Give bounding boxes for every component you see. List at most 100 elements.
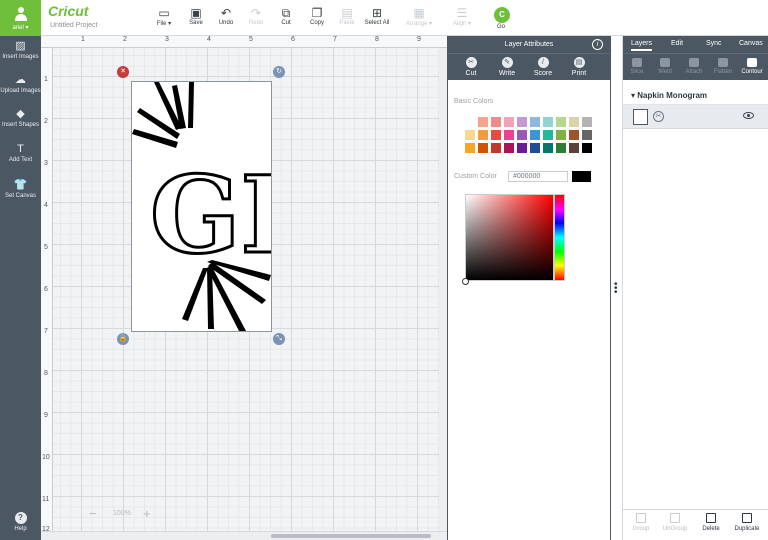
set-canvas-button[interactable]: 👕 Set Canvas [0,179,41,200]
panel-resize-handle-icon[interactable]: • • • [614,280,618,298]
tab-score[interactable]: / Score [525,57,561,77]
attach-button[interactable]: Attach [680,58,708,75]
copy-button[interactable]: ❐ Copy [301,6,333,26]
help-button[interactable]: ? Help [0,512,41,533]
vertical-scrollbar[interactable] [439,48,447,531]
color-swatch[interactable] [503,142,515,154]
arrange-menu-button[interactable]: ▦ Arrange ▾ [402,6,436,27]
color-swatch[interactable] [581,116,593,128]
rotate-handle-icon[interactable]: ↻ [273,66,285,78]
cut-button[interactable]: ⧉ Cut [270,6,302,26]
color-picker-field[interactable] [465,194,554,281]
color-swatch[interactable] [529,142,541,154]
tab-layers[interactable]: Layers [631,40,653,51]
color-swatch[interactable] [542,129,554,141]
color-swatch[interactable] [555,142,567,154]
align-menu-button[interactable]: ☰ Align ▾ [446,6,478,27]
eye-icon[interactable] [743,112,754,119]
undo-button[interactable]: ↶ Undo [210,6,242,26]
info-icon[interactable]: i [592,39,603,50]
layer-group-name: Napkin Monogram [637,91,708,100]
color-swatch[interactable] [503,116,515,128]
select-all-button[interactable]: ⊞ Select All [361,6,393,26]
left-design-panel: ▨ Insert Images ☁ Upload Images ◆ Insert… [0,36,41,540]
go-button[interactable]: C [494,7,510,23]
color-swatch[interactable] [477,142,489,154]
add-text-button[interactable]: T Add Text [0,143,41,164]
flatten-icon [718,58,728,67]
ruler-left-tick: 2 [44,118,48,125]
color-swatch[interactable] [568,129,580,141]
zoom-control: − 100% + [89,507,161,522]
tab-canvas[interactable]: Canvas [739,40,763,47]
ungroup-button[interactable]: UnGroup [657,513,693,532]
file-menu-button[interactable]: ▭ File ▾ [148,6,180,27]
weld-icon [660,58,670,67]
color-picker-cursor[interactable] [462,278,469,285]
upload-images-button[interactable]: ☁ Upload Images [0,74,41,95]
layer-group-row[interactable]: ▾ Napkin Monogram [623,87,768,105]
color-swatch[interactable] [490,142,502,154]
color-swatch[interactable] [542,142,554,154]
slice-button[interactable]: Slice [623,58,651,75]
group-icon [636,513,646,523]
color-swatch[interactable] [581,129,593,141]
flatten-label: Flatten [713,69,733,75]
color-swatch[interactable] [477,116,489,128]
paste-button[interactable]: ▤ Paste [331,6,363,26]
color-swatch[interactable] [464,129,476,141]
design-canvas[interactable]: 1 2 3 4 5 6 7 8 9 1 2 3 4 5 6 7 8 9 10 1… [41,36,447,540]
hue-slider[interactable] [554,194,565,281]
print-icon: ▤ [573,57,585,68]
tab-print[interactable]: ▤ Print [561,57,597,77]
project-title[interactable]: Untitled Project [50,22,97,29]
color-swatch[interactable] [529,129,541,141]
color-swatch[interactable] [464,142,476,154]
insert-images-button[interactable]: ▨ Insert Images [0,40,41,61]
color-swatch[interactable] [568,116,580,128]
color-swatch[interactable] [490,129,502,141]
napkin-monogram-artwork[interactable]: GH [132,82,342,333]
group-button[interactable]: Group [623,513,659,532]
scrollbar-thumb[interactable] [271,534,431,538]
resize-handle-icon[interactable]: ⤡ [273,333,285,345]
weld-button[interactable]: Weld [651,58,679,75]
color-swatch[interactable] [490,116,502,128]
save-button[interactable]: ▣ Save [180,6,212,26]
redo-button[interactable]: ↷ Redo [240,6,272,26]
scissors-icon[interactable]: ✂ [653,111,664,122]
lock-handle-icon[interactable]: 🔒 [117,333,129,345]
color-swatch[interactable] [529,116,541,128]
tab-edit[interactable]: Edit [671,40,683,47]
horizontal-scrollbar[interactable] [41,531,447,540]
user-menu-button[interactable]: ariel ▾ [0,0,41,36]
selected-design-bounding-box[interactable]: GH [131,81,342,333]
tab-cut[interactable]: ✂ Cut [453,57,489,77]
color-swatch[interactable] [542,116,554,128]
chevron-down-icon[interactable]: ▾ [631,91,635,100]
hex-color-input[interactable]: #000000 [508,171,568,182]
color-swatch[interactable] [555,129,567,141]
color-swatch[interactable] [464,116,476,128]
color-swatch[interactable] [516,116,528,128]
layer-row[interactable]: ✂ [623,105,768,129]
color-swatch[interactable] [568,142,580,154]
tab-write[interactable]: ✎ Write [489,57,525,77]
color-swatch[interactable] [555,116,567,128]
color-swatch[interactable] [503,129,515,141]
tab-sync[interactable]: Sync [706,40,722,47]
tab-cut-label: Cut [465,70,477,77]
duplicate-button[interactable]: Duplicate [727,513,767,532]
color-swatch[interactable] [477,129,489,141]
delete-button[interactable]: Delete [693,513,729,532]
delete-handle-icon[interactable]: ✕ [117,66,129,78]
flatten-button[interactable]: Flatten [709,58,737,75]
arrange-icon: ▦ [413,6,425,20]
insert-shapes-button[interactable]: ◆ Insert Shapes [0,108,41,129]
color-swatch[interactable] [516,142,528,154]
color-swatch[interactable] [516,129,528,141]
color-swatch[interactable] [581,142,593,154]
zoom-in-button[interactable]: + [143,507,151,520]
contour-button[interactable]: Contour [738,58,766,75]
zoom-out-button[interactable]: − [89,507,97,520]
